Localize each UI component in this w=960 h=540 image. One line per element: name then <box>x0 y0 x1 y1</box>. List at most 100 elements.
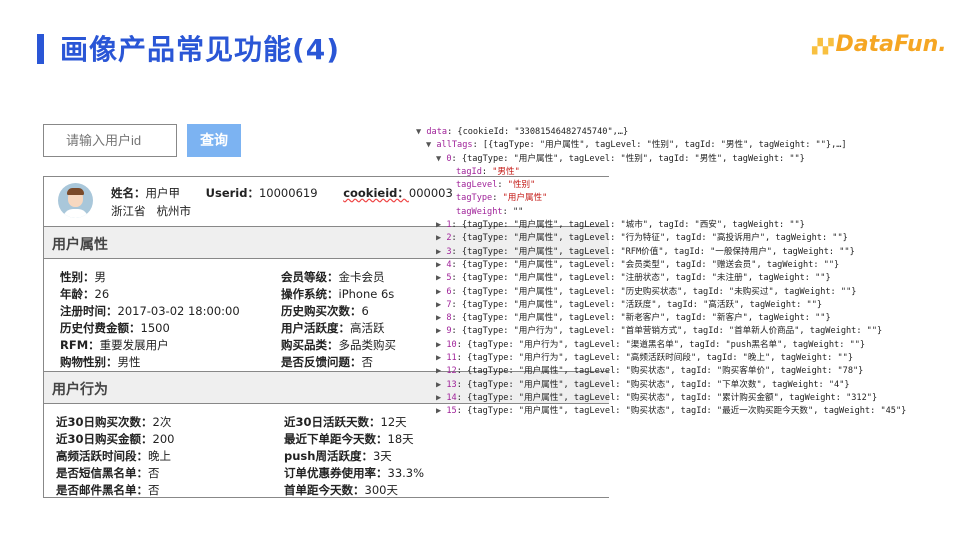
field-value: 300天 <box>364 483 398 497</box>
console-text: : <box>481 166 493 177</box>
expand-right-icon[interactable]: ▶ <box>436 340 446 350</box>
user-id-search-input[interactable] <box>43 124 177 157</box>
location: 浙江省 杭州市 <box>111 204 191 218</box>
tag-node[interactable]: ▶ 13: {tagType: "用户属性", tagLevel: "购买状态"… <box>416 379 906 392</box>
tag-node[interactable]: ▶ 4: {tagType: "用户属性", tagLevel: "会员类型",… <box>416 259 906 272</box>
avatar <box>58 183 93 218</box>
expand-right-icon[interactable]: ▶ <box>436 233 446 243</box>
field-value: 重要发展用户 <box>99 338 169 352</box>
console-text: 10 <box>446 339 457 350</box>
tag-node[interactable]: ▶ 12: {tagType: "用户属性", tagLevel: "购买状态"… <box>416 365 906 378</box>
console-text: allTags <box>436 140 473 151</box>
expand-right-icon[interactable]: ▶ <box>436 273 446 283</box>
field-value: 26 <box>94 287 110 301</box>
field-label: 是否邮件黑名单： <box>56 483 148 497</box>
console-text: : <box>497 180 508 191</box>
expand-right-icon[interactable]: ▶ <box>436 353 446 363</box>
field-value: 高活跃 <box>350 321 385 335</box>
console-text: : {tagType: "用户属性", tagLevel: "会员类型", ta… <box>451 259 840 270</box>
tag-node[interactable]: ▶ 10: {tagType: "用户行为", tagLevel: "渠道黑名单… <box>416 339 906 352</box>
field-left: 性别：男 <box>60 269 106 285</box>
field-left: 是否邮件黑名单：否 <box>56 482 160 497</box>
expand-right-icon[interactable]: ▶ <box>436 406 446 416</box>
expand-right-icon[interactable]: ▶ <box>436 260 446 270</box>
console-text: "性别" <box>507 180 536 191</box>
query-button[interactable]: 查询 <box>187 124 241 157</box>
console-text: data <box>426 127 448 137</box>
field-right: 最近下单距今天数：18天 <box>284 431 414 447</box>
field-label: 首单距今天数： <box>284 483 365 497</box>
field-left: 高频活跃时间段：晚上 <box>56 448 171 464</box>
userid-label: Userid： <box>205 186 259 200</box>
field-label: 订单优惠券使用率： <box>284 466 388 480</box>
console-text: "男性" <box>492 166 520 177</box>
field-right: 会员等级：金卡会员 <box>281 269 385 285</box>
alltags-node[interactable]: ▼ allTags: [{tagType: "用户属性", tagLevel: … <box>416 139 906 152</box>
console-text: tagId <box>456 166 482 177</box>
console-text: 13 <box>446 379 457 390</box>
expand-right-icon[interactable]: ▶ <box>436 247 446 257</box>
expand-down-icon[interactable]: ▼ <box>436 154 446 164</box>
console-text: "" <box>512 206 524 217</box>
field-value: 男性 <box>117 355 141 369</box>
tag-node[interactable]: ▶ 8: {tagType: "用户属性", tagLevel: "新老客户",… <box>416 312 906 325</box>
expand-right-icon[interactable]: ▶ <box>436 300 446 310</box>
tag-node[interactable]: ▶ 14: {tagType: "用户属性", tagLevel: "购买状态"… <box>416 392 906 405</box>
data-node[interactable]: ▼ data: {cookieId: "33081546482745740",…… <box>416 126 906 139</box>
expand-down-icon[interactable]: ▼ <box>426 140 436 150</box>
field-left: 近30日购买金额：200 <box>56 431 174 447</box>
tag-node[interactable]: ▶ 15: {tagType: "用户属性", tagLevel: "购买状态"… <box>416 405 906 418</box>
field-value: 3天 <box>372 449 392 463</box>
field-label: 高频活跃时间段： <box>56 449 148 463</box>
field-right: 操作系统：iPhone 6s <box>281 286 394 302</box>
field-right: 首单距今天数：300天 <box>284 482 398 497</box>
tag-node[interactable]: ▶ 9: {tagType: "用户行为", tagLevel: "首单营销方式… <box>416 325 906 338</box>
expand-right-icon[interactable]: ▶ <box>436 326 446 336</box>
field-value: 2017-03-02 18:00:00 <box>117 304 240 318</box>
tag-node[interactable]: ▶ 6: {tagType: "用户属性", tagLevel: "历史购买状态… <box>416 286 906 299</box>
field-left: 近30日购买次数：2次 <box>56 414 171 430</box>
field-label: 年龄： <box>60 287 95 301</box>
expand-right-icon[interactable]: ▶ <box>436 313 446 323</box>
console-text: : {tagType: "用户属性", tagLevel: "购买状态", ta… <box>456 379 850 390</box>
name-label: 姓名： <box>111 186 146 200</box>
console-text: "用户属性" <box>502 193 548 204</box>
console-text: : {cookieId: "33081546482745740",…} <box>447 127 629 137</box>
expand-down-icon[interactable]: ▼ <box>416 127 426 137</box>
tag-node[interactable]: ▶ 11: {tagType: "用户行为", tagLevel: "高频活跃时… <box>416 352 906 365</box>
field-label: 是否短信黑名单： <box>56 466 148 480</box>
tag-node[interactable]: ▶ 7: {tagType: "用户属性", tagLevel: "活跃度", … <box>416 299 906 312</box>
title-accent-bar <box>37 34 44 64</box>
field-value: iPhone 6s <box>338 287 395 301</box>
console-text: : {tagType: "用户行为", tagLevel: "首单营销方式", … <box>451 326 883 337</box>
console-text: : {tagType: "用户属性", tagLevel: "新老客户", ta… <box>451 313 831 324</box>
tag-node[interactable]: ▼ 0: {tagType: "用户属性", tagLevel: "性别", t… <box>416 153 906 166</box>
expand-right-icon[interactable]: ▶ <box>436 220 446 230</box>
field-left: 购物性别：男性 <box>60 354 141 370</box>
field-label: 性别： <box>60 270 95 284</box>
expand-right-icon[interactable]: ▶ <box>436 380 446 390</box>
cookieid-label: cookieid： <box>343 186 409 200</box>
expand-right-icon[interactable]: ▶ <box>436 287 446 297</box>
console-text: : {tagType: "用户行为", tagLevel: "高频活跃时间段",… <box>456 353 854 364</box>
expand-right-icon[interactable]: ▶ <box>436 393 446 403</box>
tag-node[interactable]: ▶ 1: {tagType: "用户属性", tagLevel: "城市", t… <box>416 219 906 232</box>
field-label: 操作系统： <box>281 287 339 301</box>
tag-node[interactable]: ▶ 3: {tagType: "用户属性", tagLevel: "RFM价值"… <box>416 246 906 259</box>
console-text: 14 <box>446 392 457 403</box>
field-value: 200 <box>152 432 175 446</box>
field-right: 近30日活跃天数：12天 <box>284 414 407 430</box>
datafun-logo: ▞▞DataFun. <box>812 32 947 57</box>
field-row: 近30日购买金额：200 最近下单距今天数：18天 <box>44 431 609 448</box>
tag-node[interactable]: ▶ 2: {tagType: "用户属性", tagLevel: "行为特征",… <box>416 232 906 245</box>
field-right: 是否反馈问题：否 <box>281 354 373 370</box>
console-text: : <box>492 193 503 204</box>
tag-node[interactable]: ▶ 5: {tagType: "用户属性", tagLevel: "注册状态",… <box>416 272 906 285</box>
expand-right-icon[interactable]: ▶ <box>436 366 446 376</box>
field-label: 购买品类： <box>281 338 339 352</box>
field-value: 金卡会员 <box>338 270 385 284</box>
field-right: push周活跃度：3天 <box>284 448 392 464</box>
field-value: 1500 <box>140 321 170 335</box>
tag-property: tagWeight: "" <box>416 206 906 219</box>
field-label: 最近下单距今天数： <box>284 432 388 446</box>
